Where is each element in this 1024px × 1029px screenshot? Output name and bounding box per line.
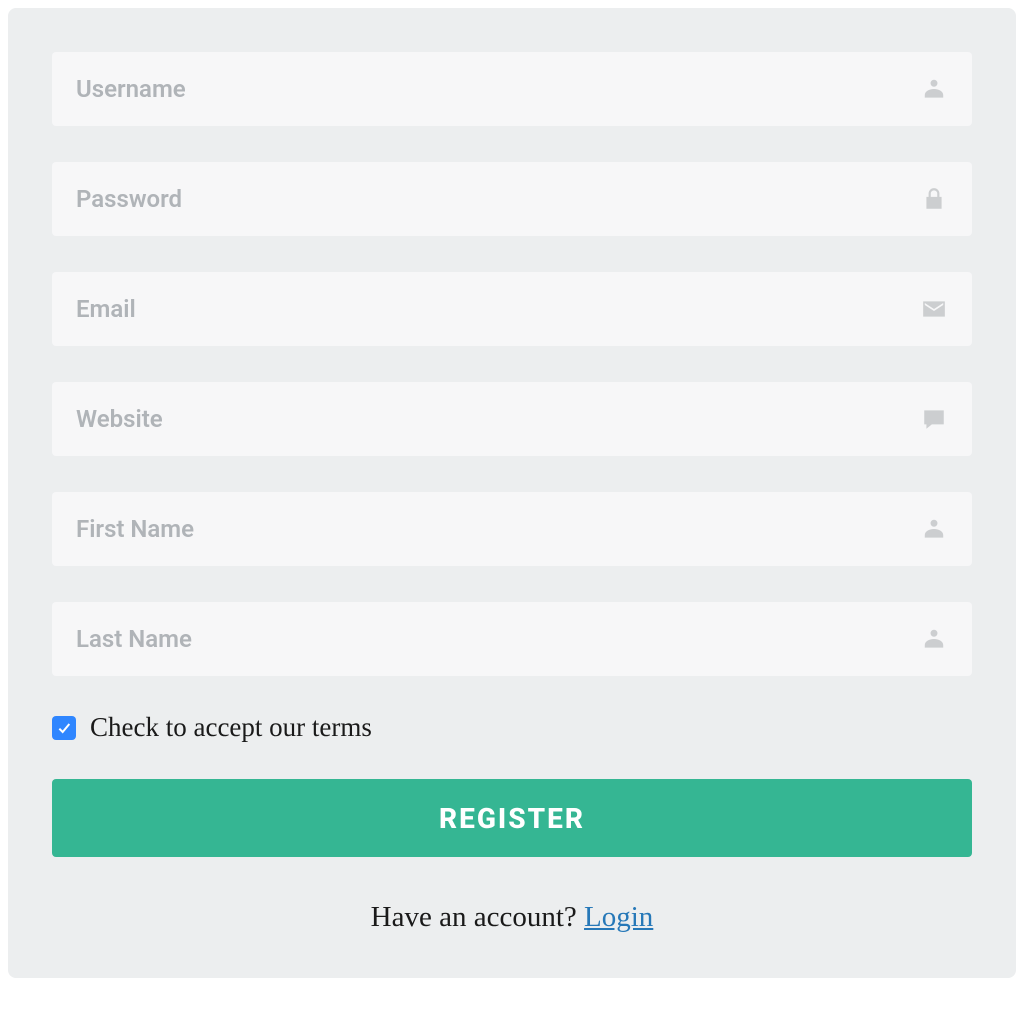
- last-name-field-wrapper: [52, 602, 972, 676]
- envelope-icon: [920, 295, 948, 323]
- username-field-wrapper: [52, 52, 972, 126]
- register-button[interactable]: REGISTER: [52, 779, 972, 857]
- website-field-wrapper: [52, 382, 972, 456]
- last-name-input[interactable]: [52, 602, 972, 676]
- user-icon: [920, 75, 948, 103]
- first-name-field-wrapper: [52, 492, 972, 566]
- username-input[interactable]: [52, 52, 972, 126]
- register-form-card: Check to accept our terms REGISTER Have …: [8, 8, 1016, 978]
- website-input[interactable]: [52, 382, 972, 456]
- terms-row: Check to accept our terms: [52, 712, 972, 743]
- email-input[interactable]: [52, 272, 972, 346]
- user-icon: [920, 515, 948, 543]
- user-icon: [920, 625, 948, 653]
- terms-checkbox[interactable]: [52, 716, 76, 740]
- login-prompt: Have an account? Login: [52, 901, 972, 934]
- login-link[interactable]: Login: [584, 901, 653, 933]
- password-field-wrapper: [52, 162, 972, 236]
- login-prompt-text: Have an account?: [371, 901, 584, 933]
- comment-icon: [920, 405, 948, 433]
- first-name-input[interactable]: [52, 492, 972, 566]
- email-field-wrapper: [52, 272, 972, 346]
- password-input[interactable]: [52, 162, 972, 236]
- terms-label[interactable]: Check to accept our terms: [90, 712, 372, 743]
- lock-icon: [920, 185, 948, 213]
